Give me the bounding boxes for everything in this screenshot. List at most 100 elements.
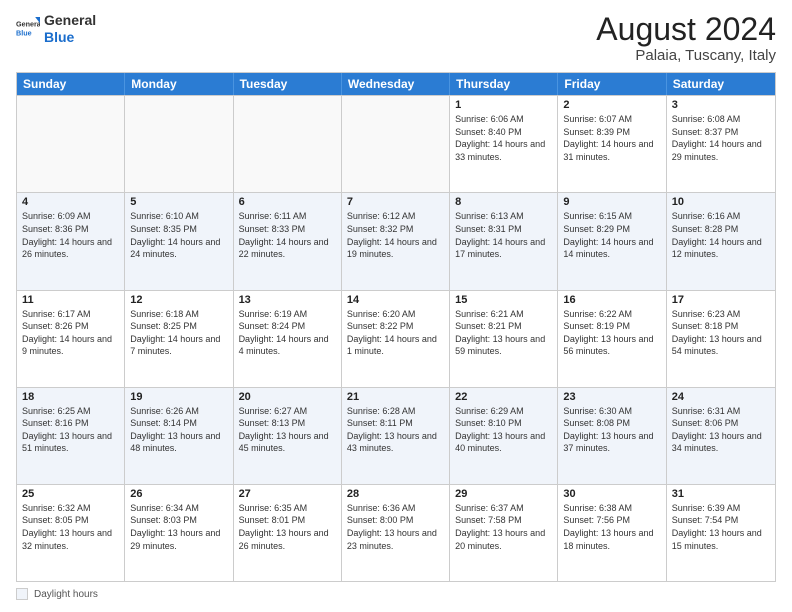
calendar-cell: 14 Sunrise: 6:20 AM Sunset: 8:22 PM Dayli… [342, 291, 450, 387]
cell-text: Sunrise: 6:31 AM Sunset: 8:06 PM Dayligh… [672, 405, 770, 455]
svg-text:General: General [16, 19, 40, 28]
day-number: 13 [239, 294, 336, 306]
calendar-cell: 9 Sunrise: 6:15 AM Sunset: 8:29 PM Daylig… [558, 193, 666, 289]
legend-box [16, 588, 28, 600]
calendar-cell: 8 Sunrise: 6:13 AM Sunset: 8:31 PM Daylig… [450, 193, 558, 289]
cell-text: Sunrise: 6:36 AM Sunset: 8:00 PM Dayligh… [347, 502, 444, 552]
calendar-row: 11Sunrise: 6:17 AM Sunset: 8:26 PM Dayli… [17, 290, 775, 387]
cell-text: Sunrise: 6:39 AM Sunset: 7:54 PM Dayligh… [672, 502, 770, 552]
day-number: 22 [455, 391, 552, 403]
day-number: 24 [672, 391, 770, 403]
day-number: 5 [130, 196, 227, 208]
calendar-cell: 21Sunrise: 6:28 AM Sunset: 8:11 PM Dayli… [342, 388, 450, 484]
svg-text:Blue: Blue [16, 28, 32, 37]
cell-text: Sunrise: 6:06 AM Sunset: 8:40 PM Dayligh… [455, 113, 552, 163]
cell-text: Sunrise: 6:25 AM Sunset: 8:16 PM Dayligh… [22, 405, 119, 455]
calendar-cell: 7 Sunrise: 6:12 AM Sunset: 8:32 PM Daylig… [342, 193, 450, 289]
logo-text: General Blue [44, 12, 96, 46]
calendar-header-cell: Friday [558, 73, 666, 95]
calendar-cell: 28 Sunrise: 6:36 AM Sunset: 8:00 PM Dayli… [342, 485, 450, 581]
day-number: 15 [455, 294, 552, 306]
calendar-header-cell: Thursday [450, 73, 558, 95]
title-block: August 2024 Palaia, Tuscany, Italy [596, 12, 776, 64]
day-number: 18 [22, 391, 119, 403]
logo-icon: General Blue [16, 17, 40, 41]
day-number: 4 [22, 196, 119, 208]
day-number: 26 [130, 488, 227, 500]
cell-text: Sunrise: 6:11 AM Sunset: 8:33 PM Dayligh… [239, 210, 336, 260]
page: General Blue General Blue August 2024 Pa… [0, 0, 792, 612]
day-number: 6 [239, 196, 336, 208]
cell-text: Sunrise: 6:09 AM Sunset: 8:36 PM Dayligh… [22, 210, 119, 260]
day-number: 7 [347, 196, 444, 208]
calendar-row: 25 Sunrise: 6:32 AM Sunset: 8:05 PM Dayli… [17, 484, 775, 581]
legend-label: Daylight hours [34, 589, 98, 600]
calendar-cell: 18 Sunrise: 6:25 AM Sunset: 8:16 PM Dayli… [17, 388, 125, 484]
day-number: 28 [347, 488, 444, 500]
calendar-cell: 12 Sunrise: 6:18 AM Sunset: 8:25 PM Dayli… [125, 291, 233, 387]
calendar-cell: 20Sunrise: 6:27 AM Sunset: 8:13 PM Dayli… [234, 388, 342, 484]
calendar-row: 4 Sunrise: 6:09 AM Sunset: 8:36 PM Daylig… [17, 192, 775, 289]
calendar-cell: 3Sunrise: 6:08 AM Sunset: 8:37 PM Daylig… [667, 96, 775, 192]
header: General Blue General Blue August 2024 Pa… [16, 12, 776, 64]
calendar: SundayMondayTuesdayWednesdayThursdayFrid… [16, 72, 776, 582]
cell-text: Sunrise: 6:38 AM Sunset: 7:56 PM Dayligh… [563, 502, 660, 552]
day-number: 8 [455, 196, 552, 208]
day-number: 25 [22, 488, 119, 500]
cell-text: Sunrise: 6:20 AM Sunset: 8:22 PM Dayligh… [347, 308, 444, 358]
cell-text: Sunrise: 6:16 AM Sunset: 8:28 PM Dayligh… [672, 210, 770, 260]
calendar-header: SundayMondayTuesdayWednesdayThursdayFrid… [17, 73, 775, 95]
cell-text: Sunrise: 6:27 AM Sunset: 8:13 PM Dayligh… [239, 405, 336, 455]
calendar-cell: 16 Sunrise: 6:22 AM Sunset: 8:19 PM Dayli… [558, 291, 666, 387]
calendar-header-cell: Tuesday [234, 73, 342, 95]
cell-text: Sunrise: 6:12 AM Sunset: 8:32 PM Dayligh… [347, 210, 444, 260]
calendar-cell: 11Sunrise: 6:17 AM Sunset: 8:26 PM Dayli… [17, 291, 125, 387]
day-number: 12 [130, 294, 227, 306]
cell-text: Sunrise: 6:37 AM Sunset: 7:58 PM Dayligh… [455, 502, 552, 552]
day-number: 14 [347, 294, 444, 306]
calendar-cell [17, 96, 125, 192]
calendar-cell: 6 Sunrise: 6:11 AM Sunset: 8:33 PM Daylig… [234, 193, 342, 289]
calendar-header-cell: Saturday [667, 73, 775, 95]
calendar-cell: 5 Sunrise: 6:10 AM Sunset: 8:35 PM Daylig… [125, 193, 233, 289]
day-number: 1 [455, 99, 552, 111]
calendar-cell: 31Sunrise: 6:39 AM Sunset: 7:54 PM Dayli… [667, 485, 775, 581]
main-title: August 2024 [596, 12, 776, 47]
calendar-cell: 26Sunrise: 6:34 AM Sunset: 8:03 PM Dayli… [125, 485, 233, 581]
calendar-header-cell: Wednesday [342, 73, 450, 95]
calendar-cell: 19Sunrise: 6:26 AM Sunset: 8:14 PM Dayli… [125, 388, 233, 484]
calendar-cell [342, 96, 450, 192]
calendar-cell: 29 Sunrise: 6:37 AM Sunset: 7:58 PM Dayli… [450, 485, 558, 581]
cell-text: Sunrise: 6:19 AM Sunset: 8:24 PM Dayligh… [239, 308, 336, 358]
legend: Daylight hours [16, 588, 776, 600]
calendar-header-cell: Monday [125, 73, 233, 95]
day-number: 21 [347, 391, 444, 403]
cell-text: Sunrise: 6:22 AM Sunset: 8:19 PM Dayligh… [563, 308, 660, 358]
day-number: 17 [672, 294, 770, 306]
calendar-cell: 22Sunrise: 6:29 AM Sunset: 8:10 PM Dayli… [450, 388, 558, 484]
day-number: 2 [563, 99, 660, 111]
cell-text: Sunrise: 6:08 AM Sunset: 8:37 PM Dayligh… [672, 113, 770, 163]
cell-text: Sunrise: 6:18 AM Sunset: 8:25 PM Dayligh… [130, 308, 227, 358]
calendar-cell: 1 Sunrise: 6:06 AM Sunset: 8:40 PM Daylig… [450, 96, 558, 192]
calendar-body: 1 Sunrise: 6:06 AM Sunset: 8:40 PM Daylig… [17, 95, 775, 581]
day-number: 27 [239, 488, 336, 500]
cell-text: Sunrise: 6:07 AM Sunset: 8:39 PM Dayligh… [563, 113, 660, 163]
subtitle: Palaia, Tuscany, Italy [596, 47, 776, 64]
calendar-cell: 25 Sunrise: 6:32 AM Sunset: 8:05 PM Dayli… [17, 485, 125, 581]
calendar-cell: 17Sunrise: 6:23 AM Sunset: 8:18 PM Dayli… [667, 291, 775, 387]
cell-text: Sunrise: 6:13 AM Sunset: 8:31 PM Dayligh… [455, 210, 552, 260]
cell-text: Sunrise: 6:10 AM Sunset: 8:35 PM Dayligh… [130, 210, 227, 260]
day-number: 9 [563, 196, 660, 208]
cell-text: Sunrise: 6:15 AM Sunset: 8:29 PM Dayligh… [563, 210, 660, 260]
cell-text: Sunrise: 6:32 AM Sunset: 8:05 PM Dayligh… [22, 502, 119, 552]
day-number: 10 [672, 196, 770, 208]
day-number: 23 [563, 391, 660, 403]
day-number: 29 [455, 488, 552, 500]
cell-text: Sunrise: 6:17 AM Sunset: 8:26 PM Dayligh… [22, 308, 119, 358]
cell-text: Sunrise: 6:26 AM Sunset: 8:14 PM Dayligh… [130, 405, 227, 455]
logo: General Blue General Blue [16, 12, 96, 46]
day-number: 16 [563, 294, 660, 306]
logo-general: General [44, 12, 96, 28]
day-number: 30 [563, 488, 660, 500]
